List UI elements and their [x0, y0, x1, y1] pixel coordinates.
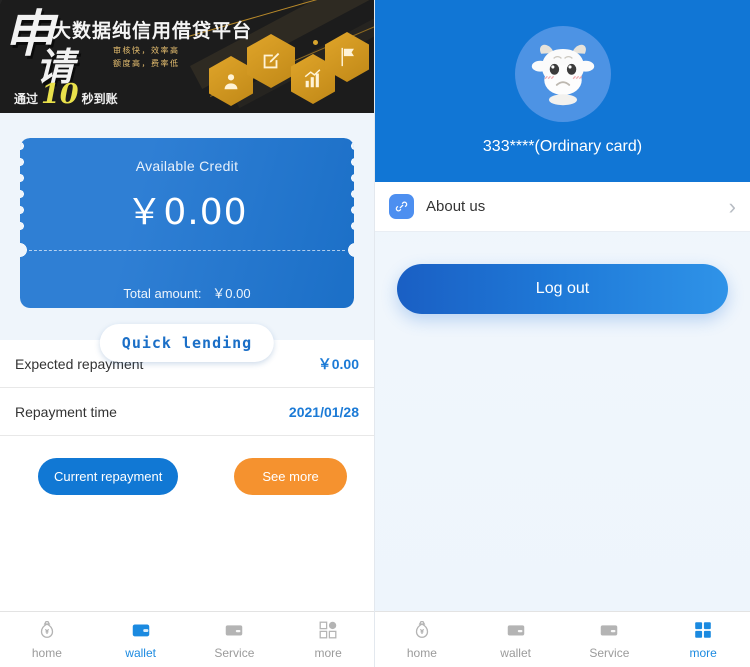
- credit-card-section: Available Credit ￥0.00 Total amount: ￥0.…: [0, 113, 374, 362]
- wallet-icon: [130, 619, 152, 641]
- total-amount-value: ￥0.00: [212, 286, 251, 301]
- left-panel-wallet-screen: 申 请 大数据纯信用借贷平台 审核快，效率高 额度高，费率低 通过 10 秒到账: [0, 0, 375, 667]
- tab-wallet[interactable]: wallet: [94, 619, 188, 660]
- money-bag-icon: [36, 619, 58, 641]
- service-icon: [223, 619, 245, 641]
- repayment-time-value: 2021/01/28: [288, 403, 359, 420]
- banner-hex-icon-group: [207, 32, 369, 106]
- banner-tagline: 通过 10 秒到账: [14, 79, 118, 110]
- profile-header: 333****(Ordinary card): [375, 0, 750, 182]
- tab-service[interactable]: Service: [563, 619, 657, 660]
- quick-lending-button[interactable]: Quick lending: [99, 324, 275, 362]
- tab-more[interactable]: more: [281, 619, 374, 660]
- tab-wallet-label: wallet: [125, 646, 156, 660]
- logout-section: Log out: [375, 232, 750, 314]
- see-more-button[interactable]: See more: [234, 458, 347, 495]
- logout-button[interactable]: Log out: [397, 264, 728, 314]
- menu-item-about-us[interactable]: About us ›: [375, 182, 750, 232]
- tab-more[interactable]: more: [656, 619, 750, 660]
- about-us-label: About us: [426, 198, 486, 215]
- money-bag-icon: [411, 619, 433, 641]
- chevron-right-icon: ›: [728, 193, 736, 219]
- available-credit-amount: ￥0.00: [126, 192, 248, 233]
- wallet-icon: [505, 619, 527, 641]
- app-root: 申 请 大数据纯信用借贷平台 审核快，效率高 额度高，费率低 通过 10 秒到账: [0, 0, 750, 667]
- expected-repayment-value: ￥0.00: [317, 355, 359, 372]
- tab-service-label: Service: [589, 646, 630, 660]
- banner-tagline-prefix: 通过: [14, 92, 39, 106]
- current-repayment-button[interactable]: Current repayment: [38, 458, 179, 495]
- cow-avatar-icon: [524, 35, 602, 113]
- card-dashed-divider: [29, 250, 345, 251]
- tab-wallet-label: wallet: [500, 646, 531, 660]
- available-credit-card[interactable]: Available Credit ￥0.00 Total amount: ￥0.…: [20, 138, 354, 308]
- right-panel-profile-screen: 333****(Ordinary card) About us › Log ou…: [375, 0, 750, 667]
- edit-icon: [247, 34, 295, 88]
- tab-more-label: more: [314, 646, 342, 660]
- total-amount-label: Total amount:: [123, 286, 202, 301]
- avatar[interactable]: [514, 26, 611, 122]
- profile-account-name: 333****(Ordinary card): [482, 138, 643, 155]
- total-amount-line: Total amount: ￥0.00: [20, 283, 354, 302]
- tab-home[interactable]: home: [375, 619, 469, 660]
- tab-service-label: Service: [214, 646, 255, 660]
- tab-wallet[interactable]: wallet: [469, 619, 563, 660]
- banner-tagline-suffix: 秒到账: [81, 92, 118, 106]
- banner-subtitle-1: 审核快，效率高: [113, 46, 180, 55]
- grid-more-icon: [692, 619, 714, 641]
- tab-home[interactable]: home: [0, 619, 94, 660]
- table-row[interactable]: Repayment time 2021/01/28: [0, 388, 374, 436]
- banner-subtitle-2: 额度高，费率低: [113, 59, 180, 68]
- tab-home-label: home: [406, 646, 437, 660]
- repayment-time-label: Repayment time: [15, 403, 117, 420]
- right-tabbar: home wallet Service more: [375, 611, 750, 667]
- tab-home-label: home: [31, 646, 62, 660]
- promo-banner[interactable]: 申 请 大数据纯信用借贷平台 审核快，效率高 额度高，费率低 通过 10 秒到账: [0, 0, 374, 113]
- banner-node-dot: [313, 40, 318, 45]
- link-icon: [389, 194, 414, 219]
- tab-more-label: more: [689, 646, 717, 660]
- left-tabbar: home wallet Service more: [0, 611, 374, 667]
- service-icon: [598, 619, 620, 641]
- repayment-actions: Current repayment See more: [0, 436, 374, 495]
- tab-service[interactable]: Service: [188, 619, 282, 660]
- grid-more-icon: [317, 619, 339, 641]
- banner-tagline-number: 10: [41, 79, 79, 110]
- available-credit-label: Available Credit: [135, 158, 239, 174]
